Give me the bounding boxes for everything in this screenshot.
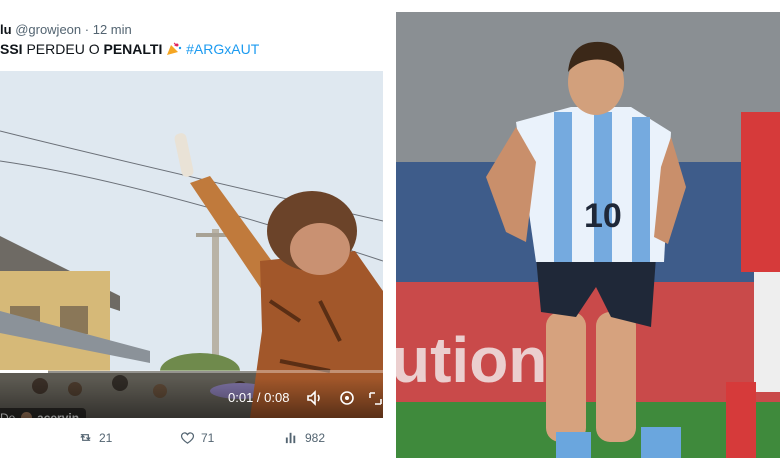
video-progress-bar[interactable]: [0, 370, 383, 373]
tweet-actions: 21 71 982: [0, 430, 392, 450]
like-button[interactable]: 71: [180, 430, 214, 445]
retweet-count: 21: [99, 430, 113, 445]
author-name[interactable]: lu: [0, 22, 12, 37]
like-count: 71: [201, 430, 215, 445]
tweet-panel: lu @growjeon · 12 min SSI PERDEU O PENAL…: [0, 0, 392, 470]
video-controls: [0, 378, 383, 418]
views-count: 982: [305, 430, 326, 445]
tweet-header: lu @growjeon · 12 min: [0, 22, 132, 37]
party-popper-icon: [166, 42, 182, 56]
football-photo: utions 10: [396, 12, 780, 458]
tweet-text-bold-2: PENALTI: [103, 41, 163, 57]
views-button[interactable]: 982: [284, 430, 325, 445]
video-time-display: 0:01 / 0:08: [228, 390, 290, 405]
retweet-button[interactable]: 21: [78, 430, 112, 445]
retweet-icon: [80, 434, 91, 441]
svg-text:10: 10: [584, 197, 622, 235]
video-progress-fill: [0, 370, 48, 373]
header-separator: ·: [84, 22, 90, 37]
tweet-text-bold-1: SSI: [0, 41, 23, 57]
author-handle[interactable]: @growjeon: [15, 22, 81, 37]
views-icon: [285, 432, 296, 444]
video-player[interactable]: De acervin: [0, 71, 383, 418]
settings-icon[interactable]: [338, 389, 356, 407]
tweet-text: SSI PERDEU O PENALTI #ARGxAUT: [0, 41, 259, 57]
video-frame: [0, 71, 383, 418]
volume-icon[interactable]: [306, 389, 324, 407]
hashtag-link[interactable]: #ARGxAUT: [186, 41, 259, 57]
tweet-text-normal: PERDEU O: [22, 41, 104, 57]
fullscreen-icon[interactable]: [368, 389, 383, 407]
tweet-time[interactable]: 12 min: [93, 22, 132, 37]
heart-icon: [180, 432, 195, 444]
